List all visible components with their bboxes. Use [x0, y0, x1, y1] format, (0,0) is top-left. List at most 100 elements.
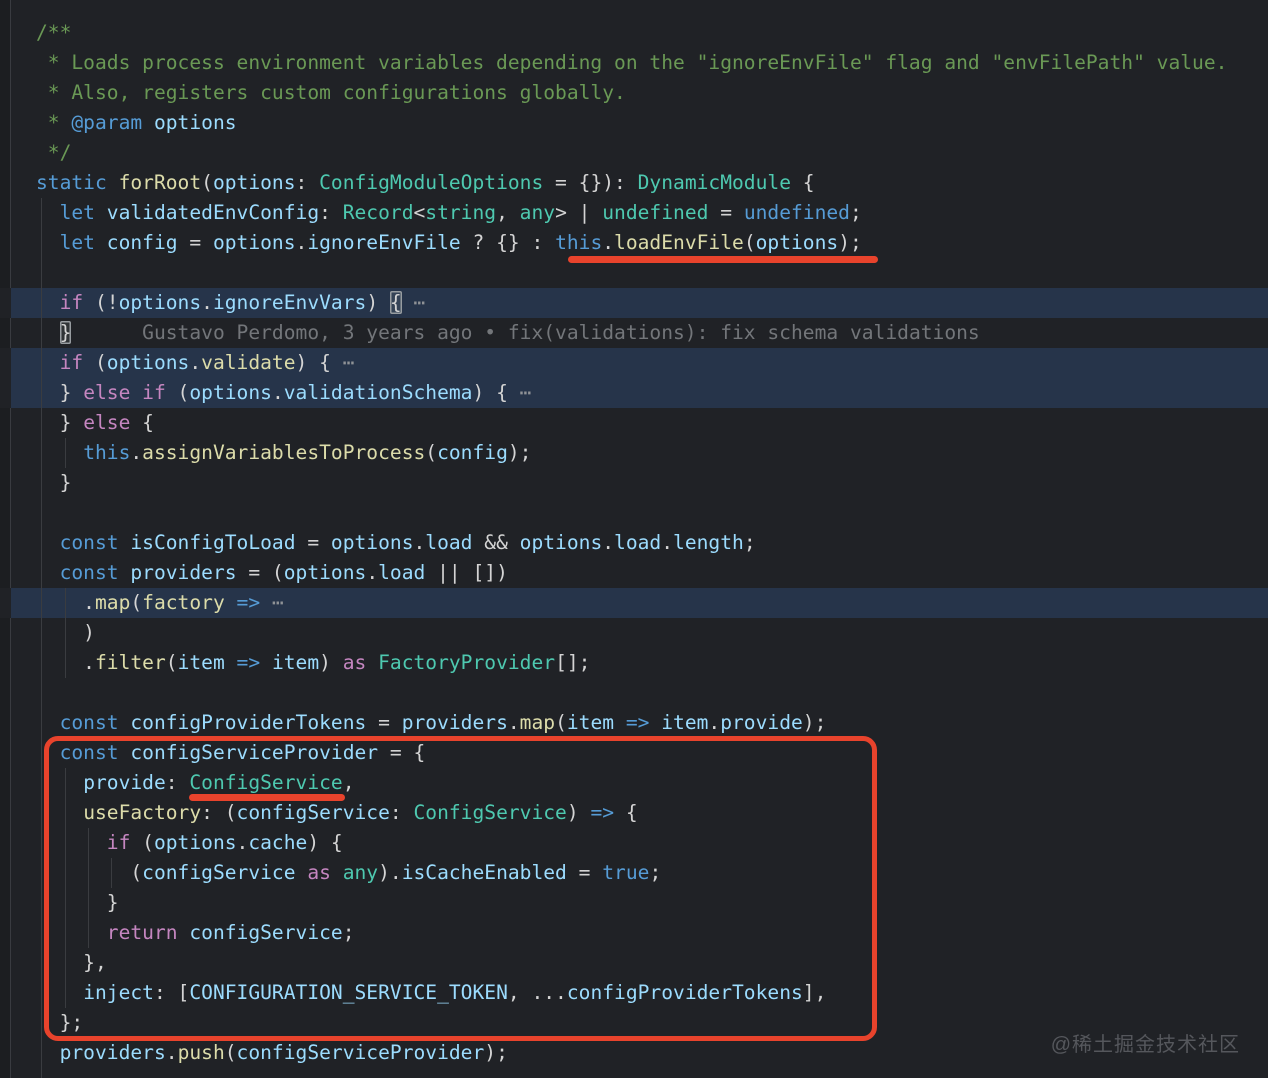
code-token: validatedEnvConfig	[107, 201, 319, 224]
code-line[interactable]: */	[0, 138, 1268, 168]
code-token: .	[296, 231, 308, 254]
code-line[interactable]: * @param options	[0, 108, 1268, 138]
code-token: assignVariablesToProcess	[142, 441, 425, 464]
code-token	[225, 651, 237, 674]
code-line[interactable]: }	[0, 468, 1268, 498]
code-token	[614, 711, 626, 734]
code-token: validate	[201, 351, 295, 374]
code-token	[36, 561, 60, 584]
code-line[interactable]	[0, 678, 1268, 708]
code-line[interactable]: } else if (options.validationSchema) { ⋯	[0, 378, 1268, 408]
code-token: Record	[343, 201, 414, 224]
code-token: ;	[850, 201, 862, 224]
fold-ellipsis[interactable]: ⋯	[520, 381, 532, 404]
code-token: (	[166, 651, 178, 674]
code-token: string	[425, 201, 496, 224]
fold-ellipsis[interactable]: ⋯	[414, 291, 426, 314]
code-token: providers	[60, 1041, 166, 1064]
code-line[interactable]: } else {	[0, 408, 1268, 438]
code-token: (	[130, 591, 142, 614]
code-token: options	[756, 231, 839, 254]
code-token: config	[437, 441, 508, 464]
code-token: ignoreEnvFile	[307, 231, 460, 254]
code-line[interactable]: let validatedEnvConfig: Record<string, a…	[0, 198, 1268, 228]
code-token: undefined	[602, 201, 708, 224]
code-token: );	[838, 231, 862, 254]
code-token	[36, 321, 60, 344]
code-token	[366, 651, 378, 674]
indent-guide	[65, 588, 66, 678]
code-token	[225, 591, 237, 614]
code-line[interactable]: const providers = (options.load || [])	[0, 558, 1268, 588]
code-token: let	[60, 201, 95, 224]
code-token: =>	[626, 711, 650, 734]
code-token: }	[36, 411, 83, 434]
code-token: this	[555, 231, 602, 254]
code-token: if	[142, 381, 166, 404]
code-token: provide	[720, 711, 803, 734]
code-token: options	[331, 531, 414, 554]
indent-guide	[65, 438, 66, 468]
code-token: =	[296, 531, 331, 554]
code-token	[260, 651, 272, 674]
code-token	[36, 1041, 60, 1064]
fold-ellipsis[interactable]: ⋯	[272, 591, 284, 614]
code-token: :	[319, 201, 343, 224]
code-line[interactable]: let config = options.ignoreEnvFile ? {} …	[0, 228, 1268, 258]
code-token: .	[602, 231, 614, 254]
code-token	[402, 291, 414, 314]
code-token: =	[708, 201, 743, 224]
git-blame-annotation: Gustavo Perdomo, 3 years ago • fix(valid…	[142, 321, 980, 344]
code-line[interactable]: * Also, registers custom configurations …	[0, 78, 1268, 108]
code-token: map	[95, 591, 130, 614]
code-token: map	[520, 711, 555, 734]
code-token: if	[60, 291, 84, 314]
bracket-match: }	[60, 321, 72, 344]
code-line[interactable]: /**	[0, 18, 1268, 48]
code-token: ignoreEnvVars	[213, 291, 366, 314]
code-token: (	[201, 171, 213, 194]
code-token: if	[60, 351, 84, 374]
code-token	[142, 111, 154, 134]
code-token: :	[296, 171, 320, 194]
code-token: <	[414, 201, 426, 224]
code-token	[36, 531, 60, 554]
code-token: load	[378, 561, 425, 584]
code-token: this	[83, 441, 130, 464]
code-token: options	[520, 531, 603, 554]
code-token	[71, 321, 142, 344]
code-token: .	[130, 441, 142, 464]
code-token: (	[166, 381, 190, 404]
annotation-underline-loadenvfile	[568, 256, 878, 263]
bracket-match: {	[390, 291, 402, 314]
code-token: item	[661, 711, 708, 734]
code-line[interactable]: if (options.validate) { ⋯	[0, 348, 1268, 378]
code-token: *	[36, 111, 71, 134]
code-token	[130, 381, 142, 404]
code-token: =	[366, 711, 401, 734]
watermark: @稀土掘金技术社区	[1051, 1028, 1240, 1057]
code-token: /**	[36, 21, 71, 44]
code-token	[260, 591, 272, 614]
code-line[interactable]: static forRoot(options: ConfigModuleOpti…	[0, 168, 1268, 198]
code-token: .	[508, 711, 520, 734]
code-line[interactable]: * Loads process environment variables de…	[0, 48, 1268, 78]
code-token	[95, 231, 107, 254]
code-line[interactable]: const isConfigToLoad = options.load && o…	[0, 528, 1268, 558]
code-line[interactable]: } Gustavo Perdomo, 3 years ago • fix(val…	[0, 318, 1268, 348]
code-token: options	[213, 171, 296, 194]
code-line[interactable]: if (!options.ignoreEnvVars) { ⋯	[0, 288, 1268, 318]
code-line[interactable]	[0, 498, 1268, 528]
code-token: item	[567, 711, 614, 734]
code-line[interactable]: this.assignVariablesToProcess(config);	[0, 438, 1268, 468]
code-token: options	[284, 561, 367, 584]
code-token: push	[178, 1041, 225, 1064]
code-line[interactable]: .filter(item => item) as FactoryProvider…	[0, 648, 1268, 678]
code-line[interactable]: .map(factory => ⋯	[0, 588, 1268, 618]
code-token: configProviderTokens	[130, 711, 366, 734]
fold-ellipsis[interactable]: ⋯	[343, 351, 355, 374]
code-token: .	[602, 531, 614, 554]
code-token: }	[36, 381, 83, 404]
code-line[interactable]: const configProviderTokens = providers.m…	[0, 708, 1268, 738]
code-line[interactable]: )	[0, 618, 1268, 648]
